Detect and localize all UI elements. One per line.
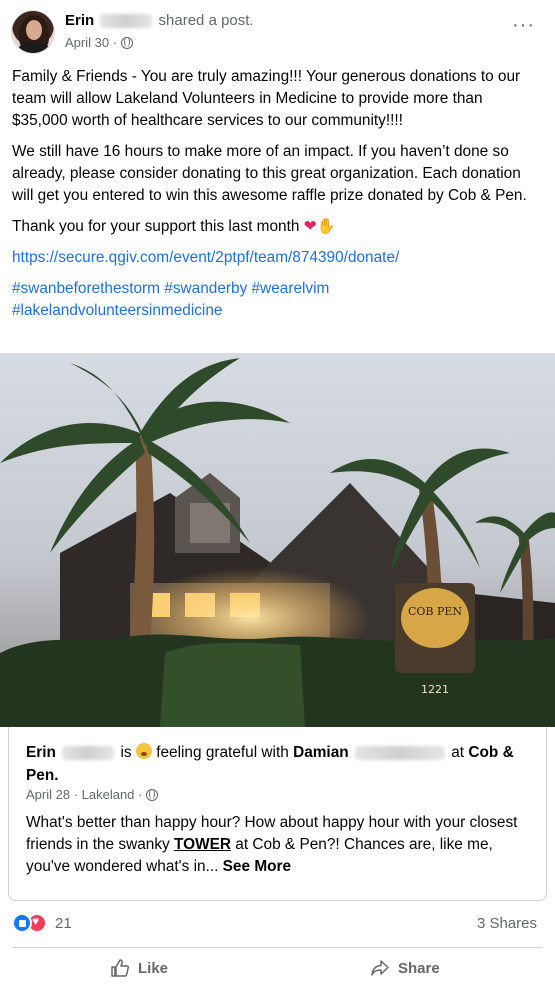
- shared-action-text: shared a post.: [158, 12, 254, 29]
- like-button[interactable]: Like: [110, 958, 168, 978]
- share-button[interactable]: Share: [370, 958, 440, 978]
- donation-link[interactable]: https://secure.qgiv.com/event/2ptpf/team…: [12, 249, 399, 266]
- action-bar: Like Share: [0, 950, 555, 986]
- address-number: 1221: [421, 683, 449, 696]
- post-meta: April 30 ·: [65, 35, 134, 50]
- author-name[interactable]: Erin: [65, 12, 94, 29]
- shared-post-date[interactable]: April 28 · Lakeland ·: [26, 787, 142, 802]
- heart-icon: ❤: [303, 218, 317, 235]
- reaction-count[interactable]: 21: [55, 915, 72, 932]
- post-paragraph-3: Thank you for your support this last mon…: [12, 218, 336, 235]
- hashtags-line-2[interactable]: #lakelandvolunteersinmedicine: [12, 302, 222, 319]
- post-paragraph-1: Family & Friends - You are truly amazing…: [12, 68, 521, 129]
- post-text: Family & Friends - You are truly amazing…: [12, 66, 542, 322]
- globe-icon: [121, 36, 134, 49]
- more-options-icon[interactable]: ···: [512, 15, 535, 35]
- post-paragraph-2: We still have 16 hours to make more of a…: [12, 143, 527, 204]
- share-count[interactable]: 3 Shares: [477, 915, 537, 932]
- blurred-name: [100, 14, 153, 29]
- avatar[interactable]: [11, 10, 55, 54]
- share-arrow-icon: [371, 960, 389, 976]
- shared-author-line: Erin is feeling grateful with Damian at …: [26, 743, 514, 784]
- blurred-name: [354, 745, 445, 760]
- see-more-link[interactable]: See More: [223, 858, 291, 875]
- like-label: Like: [138, 959, 169, 977]
- sign-text: COB PEN: [408, 605, 462, 618]
- hashtags-line-1[interactable]: #swanbeforethestorm #swanderby #wearelvi…: [12, 280, 329, 297]
- tower-mention[interactable]: TOWER: [174, 836, 231, 853]
- hands-icon: ✋: [316, 218, 336, 235]
- tagged-person[interactable]: Damian: [293, 744, 349, 761]
- shared-post-meta: April 28 · Lakeland ·: [26, 787, 159, 802]
- reactions-summary[interactable]: 21: [12, 913, 72, 933]
- like-reaction-icon: [12, 913, 32, 933]
- shared-post-card[interactable]: Erin is feeling grateful with Damian at …: [8, 727, 547, 901]
- author-line: Erin shared a post.: [65, 12, 254, 29]
- grateful-emoji-icon: [135, 743, 152, 759]
- shared-post-text: What's better than happy hour? How about…: [26, 814, 518, 875]
- thumb-up-icon: [111, 959, 130, 977]
- share-label: Share: [398, 959, 440, 977]
- divider: [12, 947, 543, 948]
- globe-icon: [146, 788, 159, 801]
- post-photo[interactable]: COB PEN 1221: [0, 353, 555, 727]
- post-header: Erin shared a post. April 30 · ···: [0, 0, 555, 60]
- blurred-name: [62, 745, 115, 760]
- post-date[interactable]: April 30 ·: [65, 35, 117, 50]
- shared-author-name[interactable]: Erin: [26, 744, 56, 761]
